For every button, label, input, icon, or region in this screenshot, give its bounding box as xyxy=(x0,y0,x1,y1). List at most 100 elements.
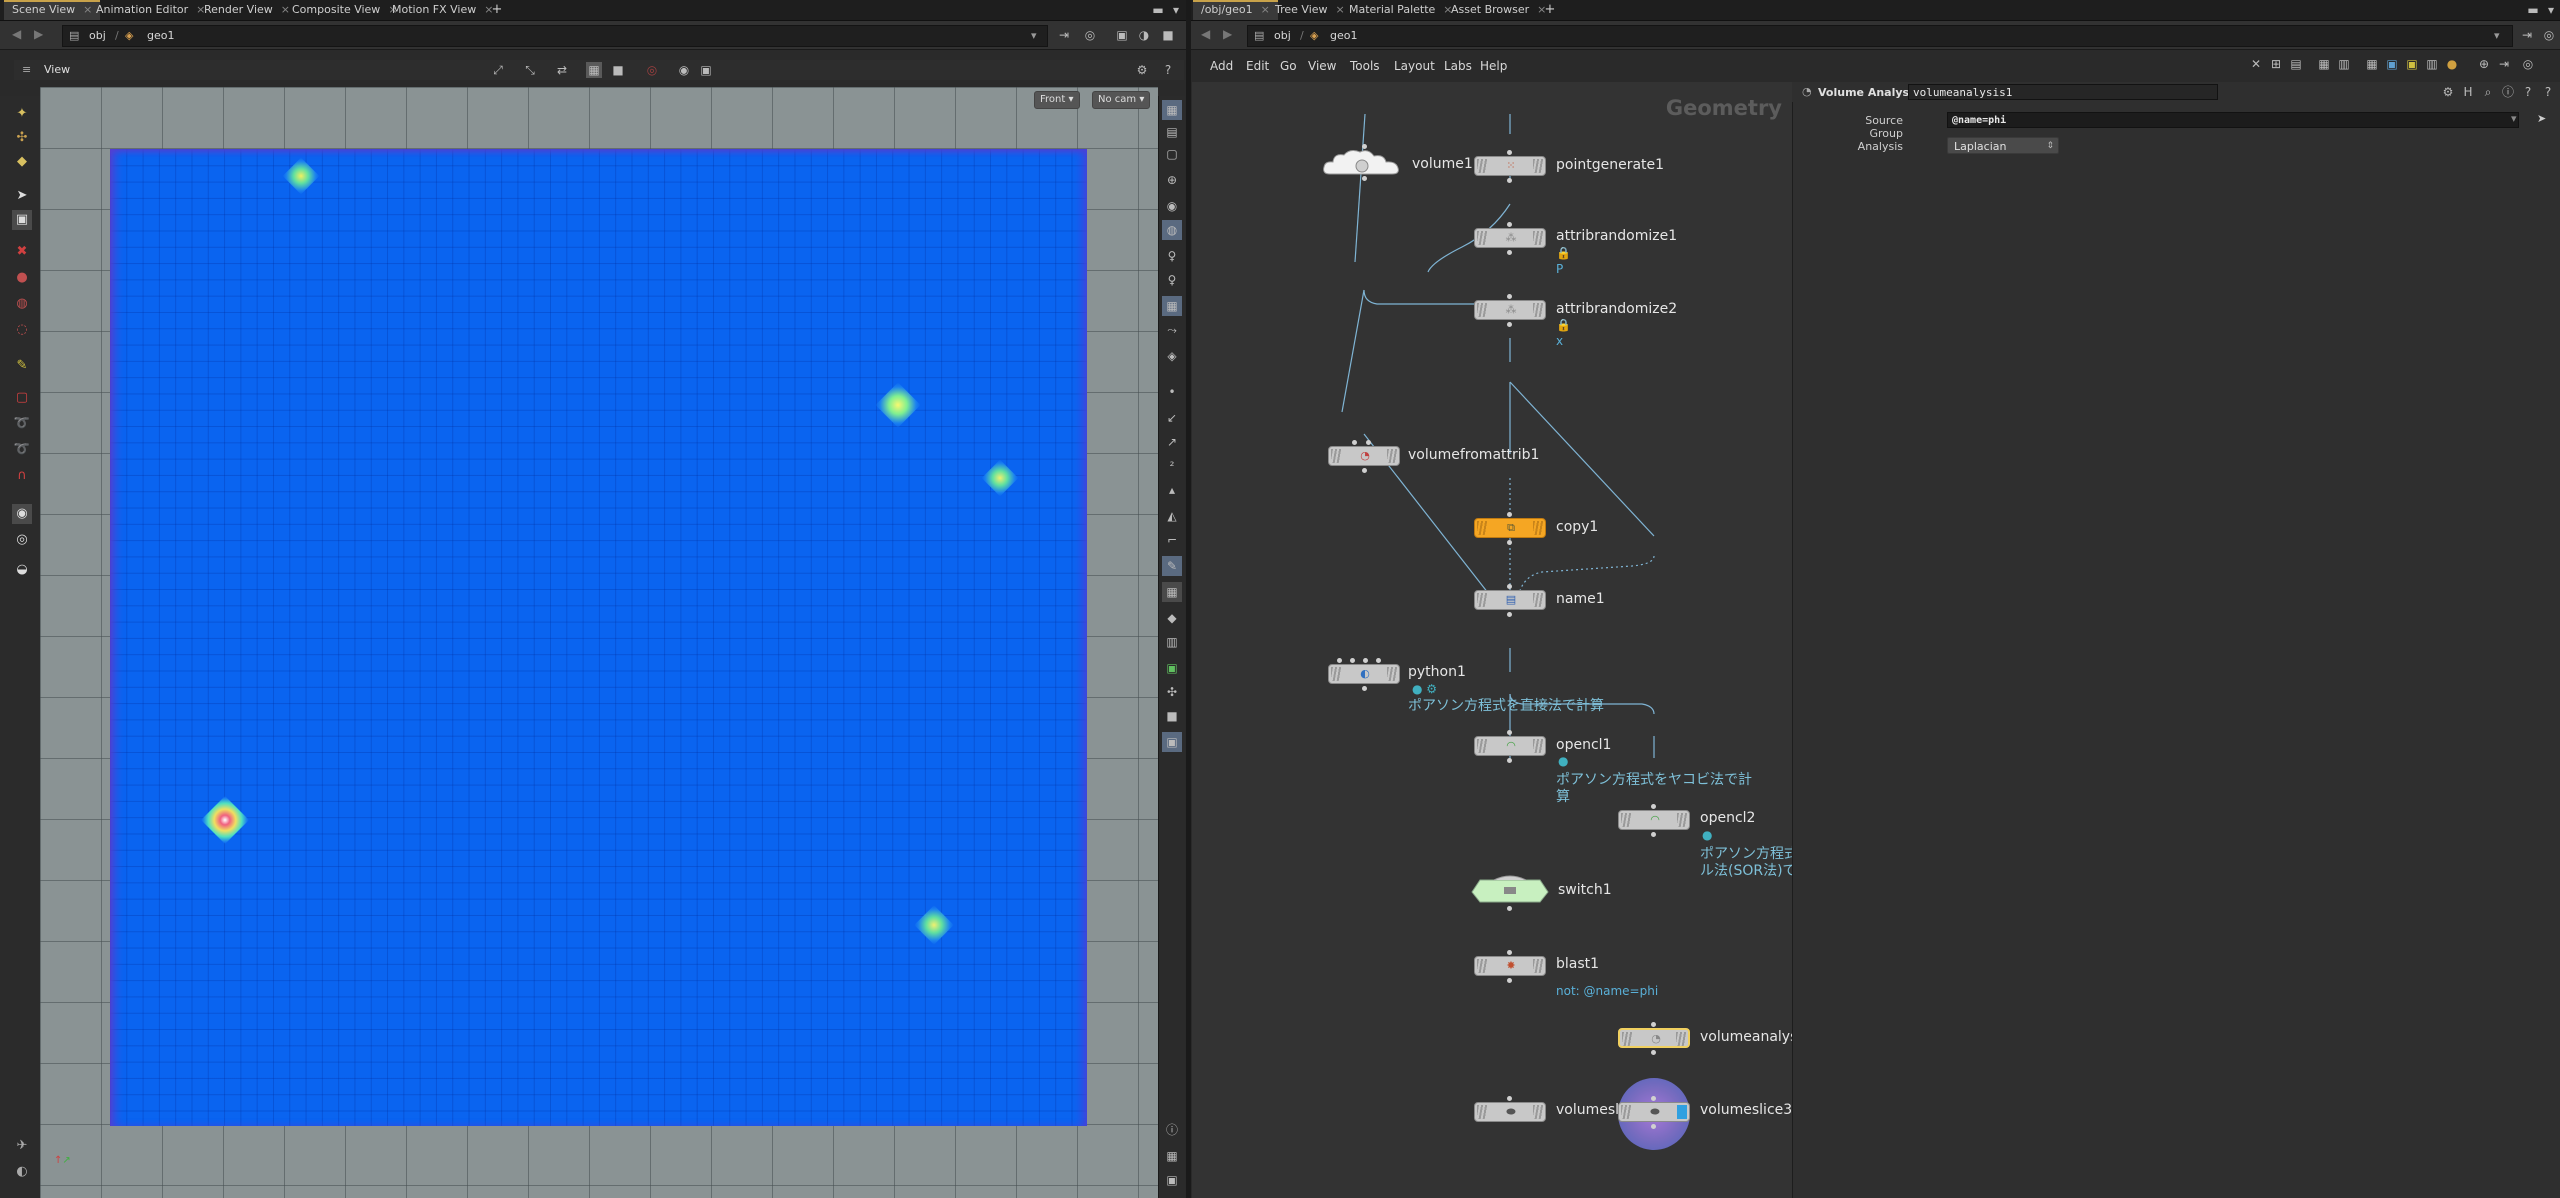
forward-arrow-icon[interactable]: ▶ xyxy=(34,27,43,41)
guide-icon[interactable]: ⌐ xyxy=(1162,530,1182,550)
pane-menu-icon[interactable]: ▬ xyxy=(2525,2,2541,18)
grid-view-icon[interactable]: ▦ xyxy=(2316,56,2332,72)
chevron-down-icon[interactable]: ▾ xyxy=(2494,28,2500,44)
vector-icon[interactable]: ↗ xyxy=(1162,432,1182,452)
link-icon[interactable]: ◎ xyxy=(2541,27,2557,43)
tab-animation-editor[interactable]: Animation Editor × xyxy=(88,2,213,18)
pane-dropdown-icon[interactable]: ▾ xyxy=(1168,2,1184,18)
box-icon[interactable]: ▥ xyxy=(2424,56,2440,72)
zoom-icon[interactable]: ⊕ xyxy=(2476,56,2492,72)
orbit-tool-icon[interactable]: ◎ xyxy=(12,530,32,550)
input-port[interactable] xyxy=(1376,658,1381,663)
gear-icon[interactable]: ⚙ xyxy=(2440,84,2456,100)
green-box-icon[interactable]: ▣ xyxy=(1162,658,1182,678)
sticky-icon[interactable]: ▣ xyxy=(2404,56,2420,72)
input-port[interactable] xyxy=(1507,294,1512,299)
lighting-icon[interactable]: ◍ xyxy=(1162,220,1182,240)
tab-motion-fx-view[interactable]: Motion FX View × xyxy=(384,2,501,18)
node-attribrandomize1[interactable]: ⁂ xyxy=(1474,228,1546,248)
pane-divider[interactable] xyxy=(1186,0,1191,1198)
input-port[interactable] xyxy=(1507,512,1512,517)
light-tool-icon[interactable]: ● xyxy=(12,268,32,288)
paint-select-icon[interactable]: ➰ xyxy=(12,440,32,460)
pin-view-icon[interactable]: ⊕ xyxy=(1162,170,1182,190)
menu-edit[interactable]: Edit xyxy=(1246,59,1269,73)
brush-tool-icon[interactable]: ◌ xyxy=(12,320,32,340)
input-port[interactable] xyxy=(1651,1096,1656,1101)
view-menu-icon[interactable]: ≡ xyxy=(22,63,31,76)
more-help-icon[interactable]: ? xyxy=(2540,84,2556,100)
lock-icon[interactable]: ▢ xyxy=(1162,144,1182,164)
menu-layout[interactable]: Layout xyxy=(1394,59,1435,73)
pane-dropdown-icon[interactable]: ▾ xyxy=(2543,2,2559,18)
diamond-icon[interactable]: ◆ xyxy=(1162,608,1182,628)
arrow-tool-icon[interactable]: ➤ xyxy=(12,186,32,206)
source-group-field[interactable]: @name=phi xyxy=(1947,112,2519,128)
back-arrow-icon[interactable]: ◀ xyxy=(12,27,21,41)
node-volumeslice3[interactable]: ⬬ xyxy=(1618,1102,1690,1122)
breadcrumb-geo1[interactable]: geo1 xyxy=(147,28,174,44)
template-icon[interactable]: ◈ xyxy=(1162,346,1182,366)
menu-add[interactable]: Add xyxy=(1210,59,1233,73)
output-port[interactable] xyxy=(1507,758,1512,763)
pen-icon[interactable]: ✎ xyxy=(1162,556,1182,576)
search-icon[interactable]: ⌕ xyxy=(2480,84,2496,100)
input-port[interactable] xyxy=(1507,150,1512,155)
output-port[interactable] xyxy=(1507,178,1512,183)
link-icon[interactable]: ◎ xyxy=(2520,56,2536,72)
output-port[interactable] xyxy=(1362,468,1367,473)
forward-arrow-icon[interactable]: ▶ xyxy=(1223,27,1232,41)
info-icon[interactable]: ⓘ xyxy=(2500,84,2516,100)
layout-icon[interactable]: ▦ xyxy=(1162,1146,1182,1166)
node-attribrandomize2[interactable]: ⁂ xyxy=(1474,300,1546,320)
render-tool-icon[interactable]: ◒ xyxy=(12,560,32,580)
list-icon[interactable]: ▤ xyxy=(2288,56,2304,72)
tab-scene-view[interactable]: Scene View × xyxy=(4,0,101,20)
pose-tool-icon[interactable]: ✖ xyxy=(12,242,32,262)
breadcrumb-obj[interactable]: obj xyxy=(1274,28,1291,44)
output-port[interactable] xyxy=(1507,906,1512,911)
output-port[interactable] xyxy=(1507,540,1512,545)
camera-menu-button[interactable]: No cam ▾ xyxy=(1092,91,1151,109)
magnet-icon[interactable]: ∩ xyxy=(12,466,32,486)
ghost-icon[interactable]: ⤳ xyxy=(1162,320,1182,340)
input-port[interactable] xyxy=(1651,804,1656,809)
tree-icon[interactable]: ⊞ xyxy=(2268,56,2284,72)
output-port[interactable] xyxy=(1651,1050,1656,1055)
output-port[interactable] xyxy=(1507,250,1512,255)
analysis-dropdown[interactable]: Laplacian ⇕ xyxy=(1947,137,2059,154)
pane-menu-icon[interactable]: ▬ xyxy=(1150,2,1166,18)
chevron-down-icon[interactable]: ▾ xyxy=(1031,28,1037,44)
input-port[interactable] xyxy=(1507,950,1512,955)
add-tab-icon[interactable]: + xyxy=(490,2,504,18)
select-arrow-icon[interactable]: ➤ xyxy=(2537,112,2546,125)
cam-tool-icon[interactable]: ◍ xyxy=(12,294,32,314)
network-icon[interactable]: ▦ xyxy=(2364,56,2380,72)
output-port[interactable] xyxy=(1362,686,1367,691)
viewer-options-icon[interactable]: ⚙ xyxy=(1134,62,1150,78)
menu-view[interactable]: View xyxy=(1308,59,1336,73)
display-icon[interactable]: ■ xyxy=(610,62,626,78)
tab-tree-view[interactable]: Tree View × xyxy=(1267,2,1353,18)
palette-icon[interactable]: ▥ xyxy=(2336,56,2352,72)
node-opencl2[interactable]: ◠ xyxy=(1618,810,1690,830)
viewport-3d[interactable]: Front ▾ No cam ▾ ↑↗ xyxy=(40,87,1158,1198)
normal-icon[interactable]: ↙ xyxy=(1162,408,1182,428)
box-icon[interactable]: ▥ xyxy=(1162,632,1182,652)
network-editor[interactable]: Geometry volume1 ⁙ pointgenerate1 ⁂ attr… xyxy=(1192,82,1792,1198)
pin-icon[interactable]: ⇥ xyxy=(2496,56,2512,72)
input-port[interactable] xyxy=(1507,730,1512,735)
node-volumeslice[interactable]: ⬬ xyxy=(1474,1102,1546,1122)
pin-icon[interactable]: ⇥ xyxy=(1056,27,1072,43)
prim-icon[interactable]: ▴ xyxy=(1162,480,1182,500)
snapshot-icon[interactable]: ▣ xyxy=(698,62,714,78)
node-python1[interactable]: ◐ xyxy=(1328,664,1400,684)
select-tool-icon[interactable]: ✦ xyxy=(12,104,32,124)
measure-tool-icon[interactable]: ✎ xyxy=(12,356,32,376)
camera-icon[interactable]: ◉ xyxy=(676,62,692,78)
node-opencl1[interactable]: ◠ xyxy=(1474,736,1546,756)
grid-icon[interactable]: ▦ xyxy=(1162,582,1182,602)
light-bulb-icon[interactable]: ♀ xyxy=(1162,270,1182,290)
output-port[interactable] xyxy=(1507,322,1512,327)
input-port[interactable] xyxy=(1363,658,1368,663)
